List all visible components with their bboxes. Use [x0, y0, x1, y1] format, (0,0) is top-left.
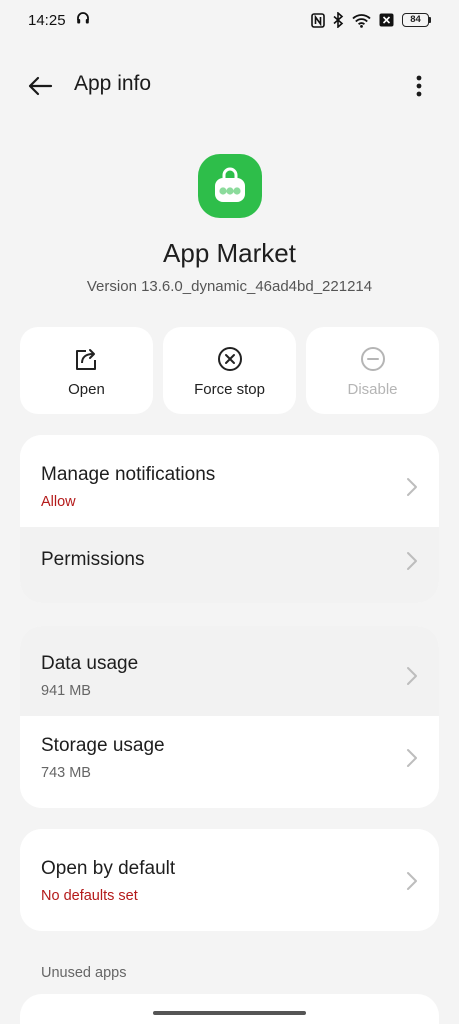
settings-group-defaults: Open by default No defaults set	[20, 829, 439, 931]
unused-apps-section-label: Unused apps	[41, 965, 127, 981]
no-sim-icon	[379, 13, 394, 27]
permissions-row[interactable]: Permissions	[20, 527, 439, 603]
more-options-button[interactable]	[409, 72, 429, 100]
open-by-default-row[interactable]: Open by default No defaults set	[20, 829, 439, 931]
force-stop-label: Force stop	[194, 381, 265, 398]
force-stop-icon	[217, 347, 242, 371]
app-icon	[198, 154, 262, 218]
settings-group-usage: Data usage 941 MB Storage usage 743 MB	[20, 626, 439, 808]
back-button[interactable]	[24, 73, 56, 99]
manage-notifications-row[interactable]: Manage notifications Allow	[20, 435, 439, 527]
open-by-default-status: No defaults set	[41, 888, 138, 904]
chevron-right-icon	[407, 552, 417, 570]
chevron-right-icon	[407, 478, 417, 496]
data-usage-row[interactable]: Data usage 941 MB	[20, 626, 439, 716]
disable-icon	[360, 347, 385, 371]
manage-notifications-status: Allow	[41, 494, 76, 510]
storage-usage-value: 743 MB	[41, 765, 91, 781]
settings-group-notifications: Manage notifications Allow Permissions	[20, 435, 439, 603]
shopping-bag-icon	[215, 167, 245, 202]
unused-apps-card[interactable]	[20, 994, 439, 1024]
disable-label: Disable	[347, 381, 398, 398]
chevron-right-icon	[407, 872, 417, 890]
storage-usage-title: Storage usage	[41, 735, 165, 756]
battery-level: 84	[402, 13, 429, 27]
chevron-right-icon	[407, 667, 417, 685]
app-bar: App info	[0, 60, 459, 112]
open-label: Open	[68, 381, 105, 398]
arrow-left-icon	[28, 76, 53, 96]
status-time: 14:25	[28, 11, 66, 29]
more-vert-icon	[416, 75, 422, 97]
status-left: 14:25	[28, 11, 90, 29]
headphones-icon	[76, 11, 90, 29]
data-usage-value: 941 MB	[41, 683, 91, 699]
open-by-default-title: Open by default	[41, 858, 176, 879]
open-external-icon	[75, 349, 96, 370]
storage-usage-row[interactable]: Storage usage 743 MB	[20, 716, 439, 808]
app-version: Version 13.6.0_dynamic_46ad4bd_221214	[86, 278, 373, 295]
nfc-icon	[311, 12, 325, 28]
app-name: App Market	[163, 238, 296, 268]
status-bar: 14:25 84	[0, 0, 459, 40]
disable-button[interactable]: Disable	[306, 327, 439, 414]
battery-icon: 84	[402, 13, 431, 27]
bluetooth-icon	[333, 12, 344, 28]
chevron-right-icon	[407, 749, 417, 767]
permissions-title: Permissions	[41, 549, 145, 570]
data-usage-title: Data usage	[41, 653, 139, 674]
status-right: 84	[311, 12, 431, 28]
open-button[interactable]: Open	[20, 327, 153, 414]
wifi-icon	[352, 13, 371, 28]
home-indicator[interactable]	[153, 1011, 306, 1015]
page-title: App info	[74, 72, 152, 95]
manage-notifications-title: Manage notifications	[41, 464, 216, 485]
force-stop-button[interactable]: Force stop	[163, 327, 296, 414]
